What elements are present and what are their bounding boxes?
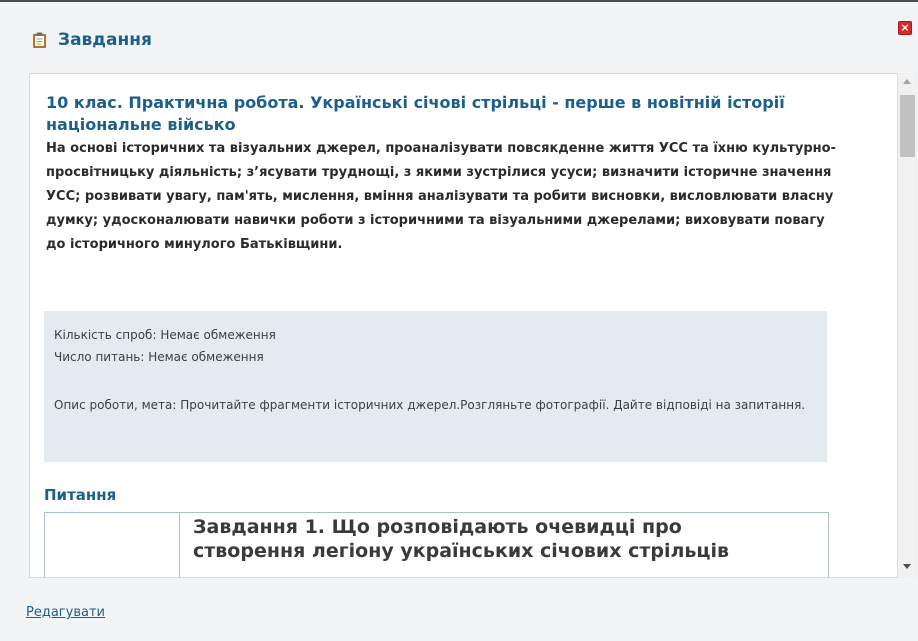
assignment-content: 10 клас. Практична робота. Українські сі…: [29, 73, 898, 578]
questions-heading: Питання: [44, 486, 117, 504]
scroll-thumb[interactable]: [900, 95, 915, 157]
dialog-header: Завдання: [0, 2, 918, 72]
close-icon: ×: [900, 21, 910, 34]
edit-link[interactable]: Редагувати: [26, 605, 105, 620]
scroll-down-arrow-icon[interactable]: [903, 564, 911, 569]
work-description: Опис роботи, мета: Прочитайте фрагменти …: [54, 398, 806, 412]
clipboard-icon: [33, 32, 46, 48]
question-table: Завдання 1. Що розповідають очевидці про…: [44, 512, 829, 577]
question-text: Завдання 1. Що розповідають очевидці про…: [193, 516, 730, 562]
attempts-info: Кількість спроб: Немає обмеження: [54, 328, 276, 342]
question-image-cell: [45, 513, 180, 577]
scrollbar[interactable]: [897, 73, 917, 578]
lesson-title: 10 клас. Практична робота. Українські сі…: [46, 93, 785, 134]
questions-count-info: Число питань: Немає обмеження: [54, 350, 264, 364]
scroll-up-arrow-icon[interactable]: [903, 79, 911, 84]
info-box: Кількість спроб: Немає обмеження Число п…: [44, 311, 827, 462]
lesson-description: На основі історичних та візуальних джере…: [46, 141, 836, 252]
dialog-title: Завдання: [58, 30, 152, 50]
close-button[interactable]: ×: [898, 21, 912, 35]
